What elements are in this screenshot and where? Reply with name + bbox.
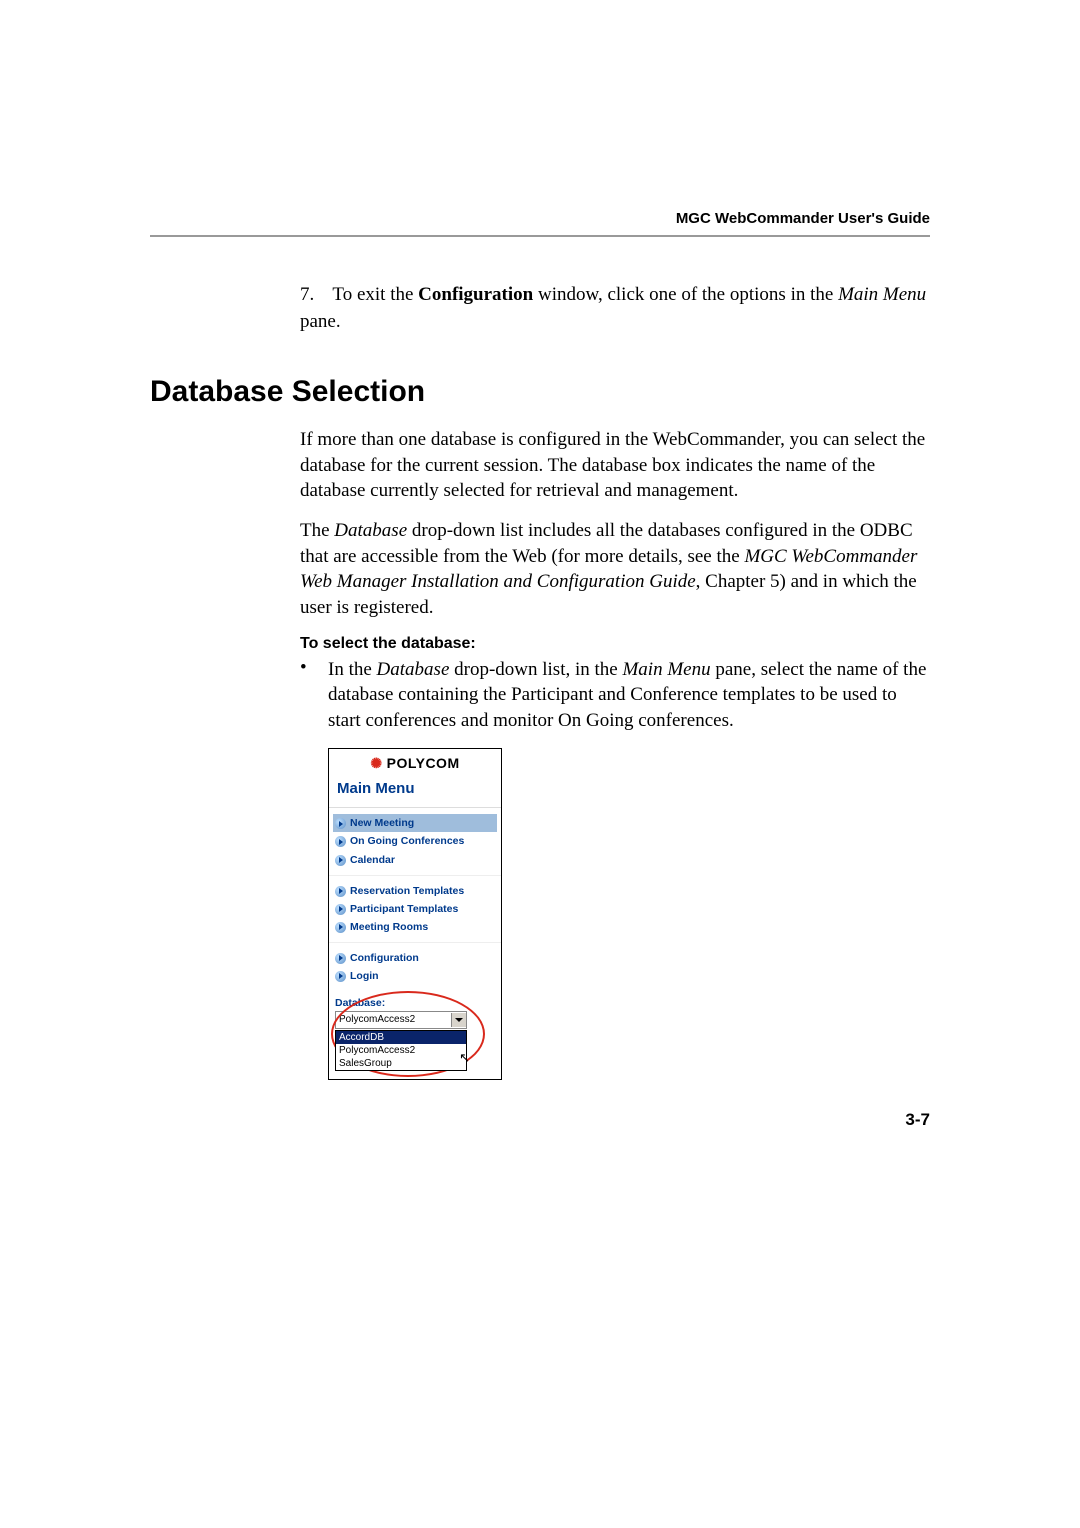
polycom-logo-icon: ✺	[370, 755, 382, 771]
step-number: 7.	[300, 282, 328, 309]
database-block: Database: PolycomAccess2 AccordDB Polyco…	[329, 991, 501, 1079]
bullet-marker: •	[300, 657, 328, 734]
step-text-2: window, click one of the options in the	[533, 284, 838, 305]
database-selected-value: PolycomAccess2	[336, 1014, 451, 1025]
database-label: Database:	[335, 997, 495, 1009]
menu-label: Calendar	[350, 854, 395, 866]
bullet-text: In the Database drop-down list, in the M…	[328, 657, 930, 734]
brand-text: POLYCOM	[387, 755, 460, 771]
menu-label: Reservation Templates	[350, 885, 464, 897]
paragraph-1: If more than one database is configured …	[300, 427, 930, 504]
db-option-salesgroup[interactable]: SalesGroup	[336, 1057, 466, 1070]
running-header: MGC WebCommander User's Guide	[150, 210, 930, 237]
play-icon	[335, 886, 346, 897]
main-menu-screenshot: ✺ POLYCOM Main Menu New Meeting On Going …	[328, 748, 502, 1080]
menu-calendar[interactable]: Calendar	[333, 851, 497, 869]
menu-new-meeting[interactable]: New Meeting	[333, 814, 497, 832]
step-bold: Configuration	[418, 284, 533, 305]
play-icon	[335, 971, 346, 982]
b-i2: Main Menu	[622, 659, 710, 680]
main-menu-title: Main Menu	[329, 776, 501, 808]
step-text-3: pane.	[300, 311, 341, 332]
menu-label: Login	[350, 970, 379, 982]
subheading: To select the database:	[300, 635, 930, 653]
menu-login[interactable]: Login	[333, 967, 497, 985]
section-title: Database Selection	[150, 375, 930, 409]
page-number: 3-7	[905, 1110, 930, 1130]
menu-label: Meeting Rooms	[350, 921, 428, 933]
p2-a: The	[300, 520, 334, 541]
db-option-polycomaccess2[interactable]: PolycomAccess2	[336, 1044, 466, 1057]
menu-participant-templates[interactable]: Participant Templates	[333, 900, 497, 918]
play-icon	[335, 836, 346, 847]
menu-label: New Meeting	[350, 817, 414, 829]
step-7: 7. To exit the Configuration window, cli…	[300, 282, 930, 335]
menu-configuration[interactable]: Configuration	[333, 949, 497, 967]
dropdown-button[interactable]	[451, 1013, 466, 1027]
menu-label: On Going Conferences	[350, 835, 464, 847]
paragraph-2: The Database drop-down list includes all…	[300, 518, 930, 621]
b-i1: Database	[377, 659, 450, 680]
b-b: drop-down list, in the	[449, 659, 622, 680]
play-icon	[335, 953, 346, 964]
menu-ongoing-conferences[interactable]: On Going Conferences	[333, 832, 497, 850]
play-icon	[335, 818, 346, 829]
menu-reservation-templates[interactable]: Reservation Templates	[333, 882, 497, 900]
menu-label: Configuration	[350, 952, 419, 964]
brand-logo: ✺ POLYCOM	[329, 749, 501, 777]
menu-meeting-rooms[interactable]: Meeting Rooms	[333, 918, 497, 936]
play-icon	[335, 922, 346, 933]
database-options-list[interactable]: AccordDB PolycomAccess2 SalesGroup ↖	[335, 1030, 467, 1071]
bullet-item: • In the Database drop-down list, in the…	[300, 657, 930, 734]
play-icon	[335, 904, 346, 915]
step-italic: Main Menu	[838, 284, 926, 305]
database-select[interactable]: PolycomAccess2	[335, 1011, 467, 1029]
b-a: In the	[328, 659, 377, 680]
db-option-accorddb[interactable]: AccordDB	[336, 1031, 466, 1044]
menu-label: Participant Templates	[350, 903, 458, 915]
step-text-1: To exit the	[332, 284, 418, 305]
play-icon	[335, 855, 346, 866]
p2-i1: Database	[334, 520, 407, 541]
